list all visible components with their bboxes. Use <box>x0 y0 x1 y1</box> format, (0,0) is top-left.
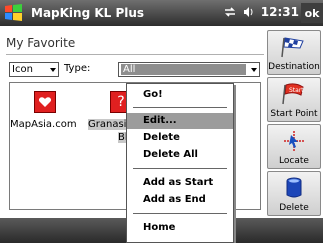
view-select-value: Icon <box>12 64 33 75</box>
chevron-down-icon <box>50 68 56 72</box>
menu-item-delete-all[interactable]: Delete All <box>127 147 233 163</box>
connectivity-icon[interactable] <box>223 5 237 19</box>
list-item[interactable]: MapAsia.com <box>10 119 77 130</box>
start-point-button[interactable]: Start Start Point <box>267 77 321 122</box>
list-item[interactable]: Granasi <box>88 119 127 130</box>
title-bar: MapKing KL Plus 12:31 ok <box>0 0 323 26</box>
menu-separator <box>133 213 227 214</box>
destination-button[interactable]: Destination <box>267 30 321 75</box>
menu-item-go[interactable]: Go! <box>127 87 233 103</box>
volume-icon[interactable] <box>242 5 256 19</box>
type-select-value: All <box>121 64 246 75</box>
menu-item-add-as-end[interactable]: Add as End <box>127 192 233 208</box>
type-label: Type: <box>64 63 91 74</box>
trash-can-icon <box>281 172 307 203</box>
start-flag-icon: Start <box>281 78 307 109</box>
locate-button[interactable]: Locate <box>267 124 321 169</box>
view-select[interactable]: Icon <box>9 62 59 77</box>
delete-label: Delete <box>279 203 309 213</box>
menu-item-delete[interactable]: Delete <box>127 130 233 146</box>
app-title: MapKing KL Plus <box>31 6 145 20</box>
start-point-label: Start Point <box>270 109 318 119</box>
divider <box>6 54 264 55</box>
clock[interactable]: 12:31 <box>261 5 299 19</box>
windows-flag-icon[interactable] <box>3 2 25 24</box>
heart-icon[interactable] <box>34 91 56 113</box>
crosshair-icon <box>281 125 307 156</box>
type-select[interactable]: All <box>118 62 260 77</box>
svg-text:Start: Start <box>289 87 304 94</box>
chevron-down-icon <box>251 68 257 72</box>
locate-label: Locate <box>279 156 309 166</box>
menu-separator <box>133 107 227 108</box>
menu-separator <box>133 168 227 169</box>
system-tray: 12:31 <box>223 5 299 19</box>
menu-item-add-as-start[interactable]: Add as Start <box>127 175 233 191</box>
menu-item-edit[interactable]: Edit... <box>127 113 233 129</box>
destination-label: Destination <box>268 62 320 72</box>
checkered-flag-icon <box>281 31 307 62</box>
delete-button[interactable]: Delete <box>267 171 321 216</box>
page-title: My Favorite <box>6 36 76 50</box>
context-menu: Go! Edit... Delete Delete All Add as Sta… <box>126 83 234 243</box>
ok-button[interactable]: ok <box>301 3 323 23</box>
menu-item-home[interactable]: Home <box>127 220 233 236</box>
